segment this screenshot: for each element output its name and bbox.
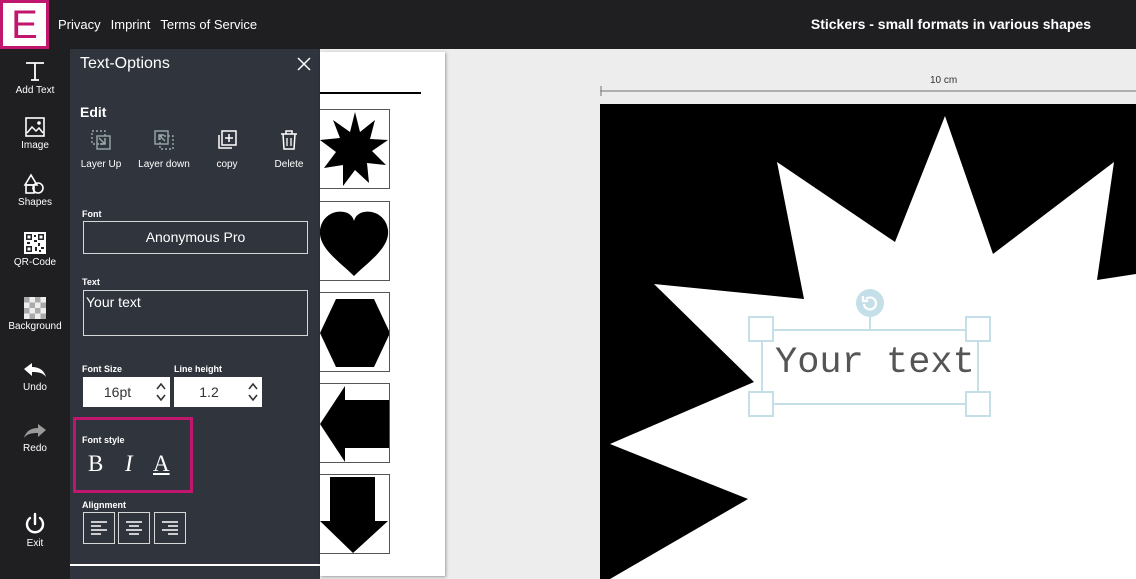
add-text-button[interactable]: Add Text	[0, 59, 70, 96]
logo[interactable]: E	[0, 0, 49, 49]
layer-down-label: Layer down	[138, 159, 190, 170]
ruler-label: 10 cm	[930, 75, 958, 86]
layer-down-icon	[154, 130, 174, 150]
font-select[interactable]: Anonymous Pro	[83, 221, 308, 254]
panel-title: Text-Options	[80, 55, 170, 72]
undo-label: Undo	[23, 382, 47, 393]
shape-tile-starburst[interactable]	[320, 109, 390, 189]
arrow-down-shape-icon	[320, 477, 388, 553]
resize-handle-bottom-left[interactable]	[748, 391, 774, 417]
image-icon	[25, 117, 45, 137]
shapes-button[interactable]: Shapes	[0, 173, 70, 208]
align-left-button[interactable]	[83, 512, 115, 544]
canvas-text-object[interactable]: Your text	[775, 342, 975, 384]
design-canvas[interactable]: Your text	[600, 104, 1136, 579]
top-bar: E Privacy Imprint Terms of Service Stick…	[0, 0, 1136, 49]
image-label: Image	[21, 140, 49, 151]
background-icon	[24, 297, 46, 319]
layer-up-icon	[91, 130, 111, 150]
starburst-shape-icon	[320, 112, 388, 186]
layer-down-button[interactable]: Layer down	[134, 129, 194, 170]
layer-up-button[interactable]: Layer Up	[71, 129, 131, 170]
line-height-arrows[interactable]	[244, 380, 262, 404]
shape-tile-arrow-down[interactable]	[320, 474, 390, 554]
align-right-button[interactable]	[154, 512, 186, 544]
font-size-label: Font Size	[82, 364, 122, 374]
line-height-value: 1.2	[199, 384, 219, 400]
align-center-icon	[126, 521, 142, 535]
delete-button[interactable]: Delete	[259, 129, 319, 170]
exit-button[interactable]: Exit	[0, 512, 70, 549]
qr-code-button[interactable]: QR-Code	[0, 231, 70, 268]
add-text-label: Add Text	[15, 85, 55, 96]
qr-code-label: QR-Code	[13, 257, 57, 268]
text-input[interactable]: Your text	[83, 290, 308, 336]
exit-label: Exit	[26, 538, 44, 549]
text-options-panel: Text-Options Edit Layer Up Layer down co…	[70, 49, 320, 579]
shape-tile-heart[interactable]	[320, 201, 390, 281]
copy-label: copy	[216, 159, 238, 170]
close-icon[interactable]	[296, 56, 312, 72]
font-size-value: 16pt	[103, 384, 132, 400]
undo-button[interactable]: Undo	[0, 360, 70, 393]
redo-icon	[24, 424, 46, 438]
left-toolbar: Add Text Image Shapes QR-Code Background…	[0, 49, 70, 579]
privacy-link[interactable]: Privacy	[58, 17, 101, 32]
background-label: Background	[8, 321, 62, 332]
rotate-icon[interactable]	[855, 288, 885, 318]
logo-letter: E	[11, 2, 38, 47]
spinner-arrows-icon	[248, 382, 258, 402]
italic-button[interactable]: I	[125, 451, 133, 477]
template-divider	[320, 92, 421, 94]
power-icon	[25, 512, 45, 534]
align-center-button[interactable]	[118, 512, 150, 544]
bold-button[interactable]: B	[88, 451, 103, 477]
align-left-icon	[91, 521, 107, 535]
panel-divider	[70, 564, 320, 566]
font-size-arrows[interactable]	[152, 380, 170, 404]
shape-template-list	[320, 52, 445, 576]
text-label: Text	[82, 277, 100, 287]
undo-icon	[24, 363, 46, 377]
ruler	[600, 86, 1136, 96]
edit-heading: Edit	[80, 104, 107, 120]
shapes-icon	[23, 173, 44, 194]
heart-shape-icon	[320, 211, 389, 276]
line-height-label: Line height	[174, 364, 222, 374]
background-button[interactable]: Background	[0, 297, 70, 332]
redo-button[interactable]: Redo	[0, 421, 70, 454]
copy-button[interactable]: copy	[197, 129, 257, 170]
shape-tile-arrow-left[interactable]	[320, 383, 390, 463]
top-links: Privacy Imprint Terms of Service	[58, 17, 267, 32]
shape-tile-hexagon[interactable]	[320, 292, 390, 372]
underline-button[interactable]: A	[153, 451, 170, 477]
trash-icon	[281, 130, 297, 150]
page-title: Stickers - small formats in various shap…	[810, 16, 1091, 32]
arrow-left-shape-icon	[320, 386, 389, 462]
line-height-stepper[interactable]: 1.2	[174, 377, 262, 407]
copy-icon	[218, 130, 237, 149]
terms-link[interactable]: Terms of Service	[160, 17, 257, 32]
resize-handle-top-right[interactable]	[965, 316, 991, 342]
shapes-label: Shapes	[18, 197, 52, 208]
delete-label: Delete	[274, 159, 304, 170]
font-style-label: Font style	[82, 435, 125, 445]
align-right-icon	[162, 521, 178, 535]
image-button[interactable]: Image	[0, 116, 70, 151]
text-icon	[26, 62, 44, 81]
qr-code-icon	[24, 232, 46, 254]
redo-label: Redo	[23, 443, 47, 454]
hexagon-shape-icon	[320, 299, 389, 367]
font-label: Font	[82, 209, 102, 219]
layer-up-label: Layer Up	[80, 159, 122, 170]
resize-handle-bottom-right[interactable]	[965, 391, 991, 417]
resize-handle-top-left[interactable]	[748, 316, 774, 342]
alignment-label: Alignment	[82, 500, 126, 510]
font-size-stepper[interactable]: 16pt	[83, 377, 170, 407]
imprint-link[interactable]: Imprint	[111, 17, 151, 32]
spinner-arrows-icon	[156, 382, 166, 402]
